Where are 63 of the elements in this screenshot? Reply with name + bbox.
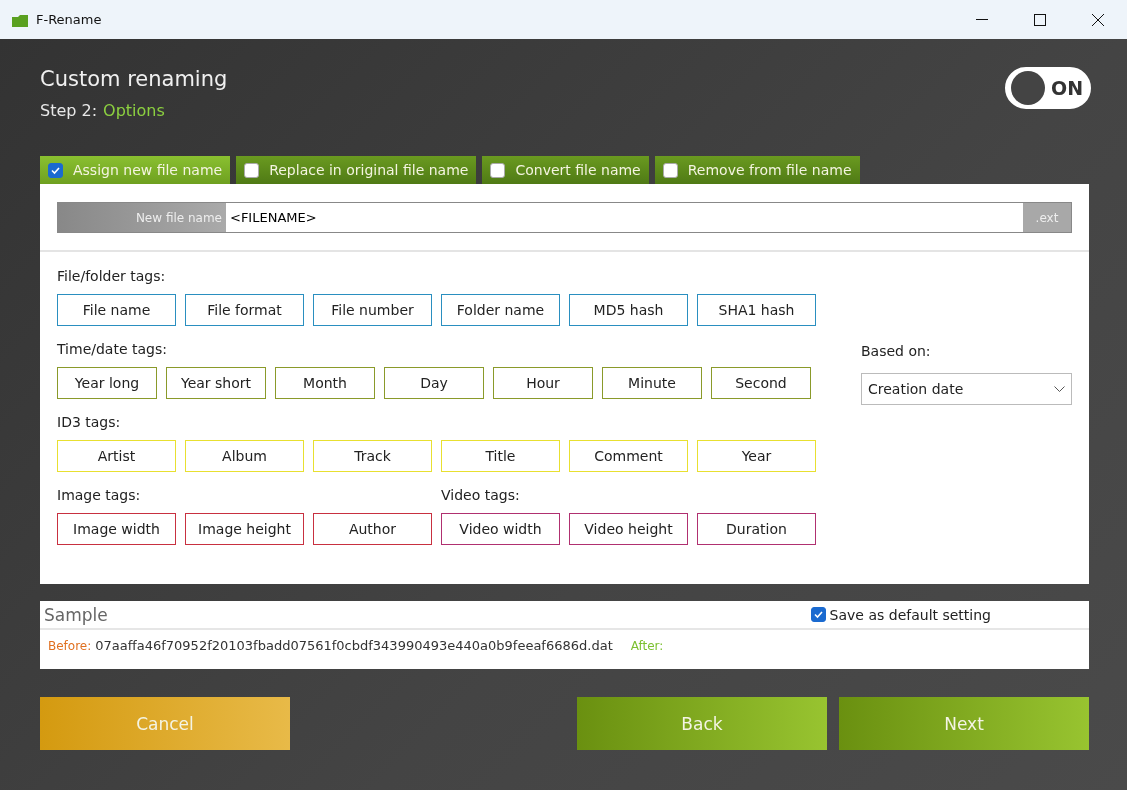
tag-button[interactable]: Minute: [602, 367, 702, 399]
tag-button[interactable]: Artist: [57, 440, 176, 472]
close-icon: [1092, 13, 1104, 26]
tab-checkbox[interactable]: [48, 162, 63, 178]
tag-button[interactable]: File name: [57, 294, 176, 326]
section-label: Image tags:: [57, 487, 142, 505]
tag-button[interactable]: Year long: [57, 367, 157, 399]
tab[interactable]: Convert file name: [482, 156, 649, 184]
tag-button[interactable]: File format: [185, 294, 304, 326]
new-file-name-field[interactable]: New file name <FILENAME> .ext: [57, 202, 1072, 233]
tab-label: Replace in original file name: [269, 162, 469, 178]
date-dropdown[interactable]: Creation date: [861, 373, 1072, 405]
based-on-label: Based on:: [861, 343, 932, 361]
checkmark-icon: [812, 609, 824, 620]
maximize-icon: [1034, 13, 1046, 26]
window-title: F-Rename: [36, 12, 103, 27]
tag-button[interactable]: SHA1 hash: [697, 294, 816, 326]
tag-button[interactable]: MD5 hash: [569, 294, 688, 326]
minimize-icon: [976, 18, 988, 21]
tag-button[interactable]: Image width: [57, 513, 176, 545]
checkbox-label: Save as default setting: [829, 606, 991, 623]
tag-button[interactable]: Video height: [569, 513, 688, 545]
page-title: Custom renaming: [40, 67, 228, 91]
section-label: Video tags:: [441, 487, 521, 505]
tab-checkbox[interactable]: [662, 162, 678, 178]
save-default-checkbox[interactable]: [810, 607, 826, 622]
chevron-down-icon: [1054, 385, 1065, 393]
section-label: ID3 tags:: [57, 414, 122, 432]
tag-button[interactable]: Day: [384, 367, 484, 399]
tag-button[interactable]: File number: [313, 294, 432, 326]
tab[interactable]: Replace in original file name: [236, 156, 477, 184]
tab-label: Convert file name: [515, 162, 641, 178]
tag-button[interactable]: Comment: [569, 440, 688, 472]
tag-button[interactable]: Hour: [493, 367, 593, 399]
app-logo-icon: [12, 12, 28, 27]
tag-button[interactable]: Second: [711, 367, 811, 399]
tab-label: Assign new file name: [73, 162, 223, 178]
tag-button[interactable]: Track: [313, 440, 432, 472]
tag-button[interactable]: Month: [275, 367, 375, 399]
tab[interactable]: Remove from file name: [654, 156, 860, 184]
tag-button[interactable]: Video width: [441, 513, 560, 545]
tag-button[interactable]: Duration: [697, 513, 816, 545]
extension-label: .ext: [1023, 203, 1071, 232]
before-value: 07aaffa46f70952f20103fbadd07561f0cbdf343990493e440a0b9feeaf6686d.dat: [95, 638, 613, 653]
tag-button[interactable]: Author: [313, 513, 432, 545]
tab-checkbox[interactable]: [490, 162, 506, 178]
sample-title: Sample: [44, 604, 108, 625]
before-label: Before:: [48, 638, 92, 653]
tag-button[interactable]: Folder name: [441, 294, 560, 326]
after-label: After:: [630, 638, 664, 653]
tag-button[interactable]: Image height: [185, 513, 304, 545]
field-label: New file name: [58, 203, 226, 232]
tag-button[interactable]: Year: [697, 440, 816, 472]
section-label: File/folder tags:: [57, 268, 167, 286]
tag-button[interactable]: Title: [441, 440, 560, 472]
section-label: Time/date tags:: [57, 341, 168, 359]
step-label: Step 2:: [40, 101, 98, 120]
tab-label: Remove from file name: [687, 162, 852, 178]
tag-button[interactable]: Year short: [166, 367, 266, 399]
tag-button[interactable]: Album: [185, 440, 304, 472]
step-name: Options: [103, 101, 165, 120]
tab-checkbox[interactable]: [244, 162, 260, 178]
on-off-toggle[interactable]: ON: [1005, 67, 1091, 109]
